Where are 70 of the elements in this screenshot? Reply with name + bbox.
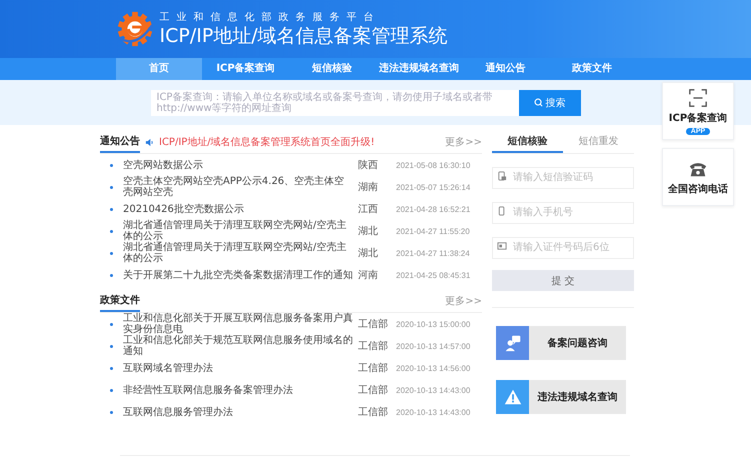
search-field[interactable]: ICP备案查询：请输入单位名称或域名或备案号查询，请勿使用子域名或者带http://www等字符的网址查询 bbox=[150, 90, 518, 116]
date-text: 2021-05-08 16:30:10 bbox=[396, 160, 472, 170]
region-label: 江西 bbox=[358, 203, 379, 216]
speaker-icon bbox=[145, 138, 154, 146]
article-link[interactable]: 工业和信息化部关于规范互联网信息服务使用域名的通知 bbox=[123, 335, 354, 357]
region-label: 河南 bbox=[358, 268, 379, 282]
section-title: 通知公告 bbox=[100, 132, 140, 152]
date-text: 2020-10-13 14:57:00 bbox=[396, 342, 472, 350]
source-label: 工信部 bbox=[358, 318, 389, 331]
bullet-icon bbox=[110, 274, 113, 276]
quick-link-button[interactable]: 违法违规域名查询 bbox=[496, 380, 626, 414]
search-icon bbox=[534, 98, 542, 107]
side-card[interactable]: 全国咨询电话 bbox=[662, 148, 734, 206]
region-label: 湖北 bbox=[358, 224, 379, 238]
date-text: 2020-10-13 14:56:00 bbox=[396, 364, 472, 372]
bullet-icon bbox=[110, 230, 113, 232]
date-text: 2021-04-27 11:38:24 bbox=[396, 248, 471, 258]
article-link[interactable]: 关于开展第二十九批空壳类备案数据清理工作的通知 bbox=[123, 270, 354, 280]
system-title: ICP/IP地址/域名信息备案管理系统 bbox=[160, 24, 448, 48]
date-text: 2021-04-25 08:45:31 bbox=[396, 270, 472, 280]
bullet-icon bbox=[110, 186, 113, 188]
bullet-icon bbox=[110, 208, 113, 210]
quick-link-button[interactable]: 备案问题咨询 bbox=[496, 326, 626, 360]
bullet-icon bbox=[110, 410, 113, 414]
article-link[interactable]: 20210426批空壳数据公示 bbox=[123, 204, 354, 214]
announcement-text: ICP/IP地址/域名信息备案管理系统首页全面升级! bbox=[159, 136, 376, 149]
id-card-icon bbox=[497, 241, 507, 251]
card-label: ICP备案查询 bbox=[668, 111, 728, 124]
platform-subtitle: 工业和信息化部政务服务平台 bbox=[160, 10, 382, 24]
article-link[interactable]: 湖北省通信管理局关于清理互联网空壳网站/空壳主体的公示 bbox=[123, 220, 354, 242]
date-text: 2020-10-13 14:43:00 bbox=[396, 386, 472, 394]
article-link[interactable]: 湖北省通信管理局关于清理互联网空壳网站/空壳主体的公示 bbox=[123, 242, 354, 264]
region-label: 陕西 bbox=[358, 158, 379, 172]
bullet-icon bbox=[110, 344, 113, 348]
article-link[interactable]: 互联网域名管理办法 bbox=[123, 362, 354, 374]
link-label: 违法违规域名查询 bbox=[536, 390, 618, 405]
sms-card-icon bbox=[497, 171, 507, 181]
bullet-icon bbox=[110, 164, 113, 166]
bullet-icon bbox=[110, 388, 113, 392]
article-link[interactable]: 空壳网站数据公示 bbox=[123, 160, 354, 170]
source-label: 工信部 bbox=[358, 362, 389, 375]
logo-icon bbox=[116, 10, 154, 48]
mobile-phone-icon bbox=[497, 206, 507, 216]
region-label: 湖南 bbox=[358, 180, 379, 194]
bullet-icon bbox=[110, 366, 113, 370]
input-field[interactable]: 请输入手机号 bbox=[492, 202, 634, 224]
source-label: 工信部 bbox=[358, 384, 389, 397]
scan-frame-icon bbox=[688, 88, 708, 108]
section-title: 政策文件 bbox=[100, 290, 140, 312]
input-field[interactable]: 请输入证件号码后6位 bbox=[492, 236, 634, 258]
search-button[interactable]: 搜索 bbox=[518, 90, 580, 116]
date-text: 2021-05-07 15:26:14 bbox=[396, 182, 472, 192]
article-link[interactable]: 互联网信息服务管理办法 bbox=[123, 406, 354, 418]
date-text: 2020-10-13 15:00:00 bbox=[396, 320, 472, 328]
article-link[interactable]: 空壳主体空壳网站空壳APP公示4.26、空壳主体空壳网站空壳 bbox=[123, 176, 354, 198]
form-tab[interactable]: 短信核验 bbox=[492, 131, 563, 153]
bullet-icon bbox=[110, 252, 113, 254]
article-link[interactable]: 非经营性互联网信息服务备案管理办法 bbox=[123, 384, 354, 396]
date-text: 2020-10-13 14:43:00 bbox=[396, 408, 472, 416]
input-field[interactable]: 请输入短信验证码 bbox=[492, 166, 634, 188]
article-link[interactable]: 工业和信息化部关于开展互联网信息服务备案用户真实身份信息电 bbox=[123, 313, 354, 335]
bullet-icon bbox=[110, 322, 113, 326]
date-text: 2021-04-27 11:55:20 bbox=[396, 226, 471, 236]
link-label: 备案问题咨询 bbox=[546, 336, 608, 351]
card-label: 全国咨询电话 bbox=[668, 182, 728, 196]
warning-icon bbox=[502, 387, 522, 407]
source-label: 工信部 bbox=[358, 406, 389, 419]
date-text: 2021-04-28 16:52:21 bbox=[396, 204, 472, 214]
source-label: 工信部 bbox=[358, 340, 389, 353]
region-label: 湖北 bbox=[358, 246, 379, 260]
